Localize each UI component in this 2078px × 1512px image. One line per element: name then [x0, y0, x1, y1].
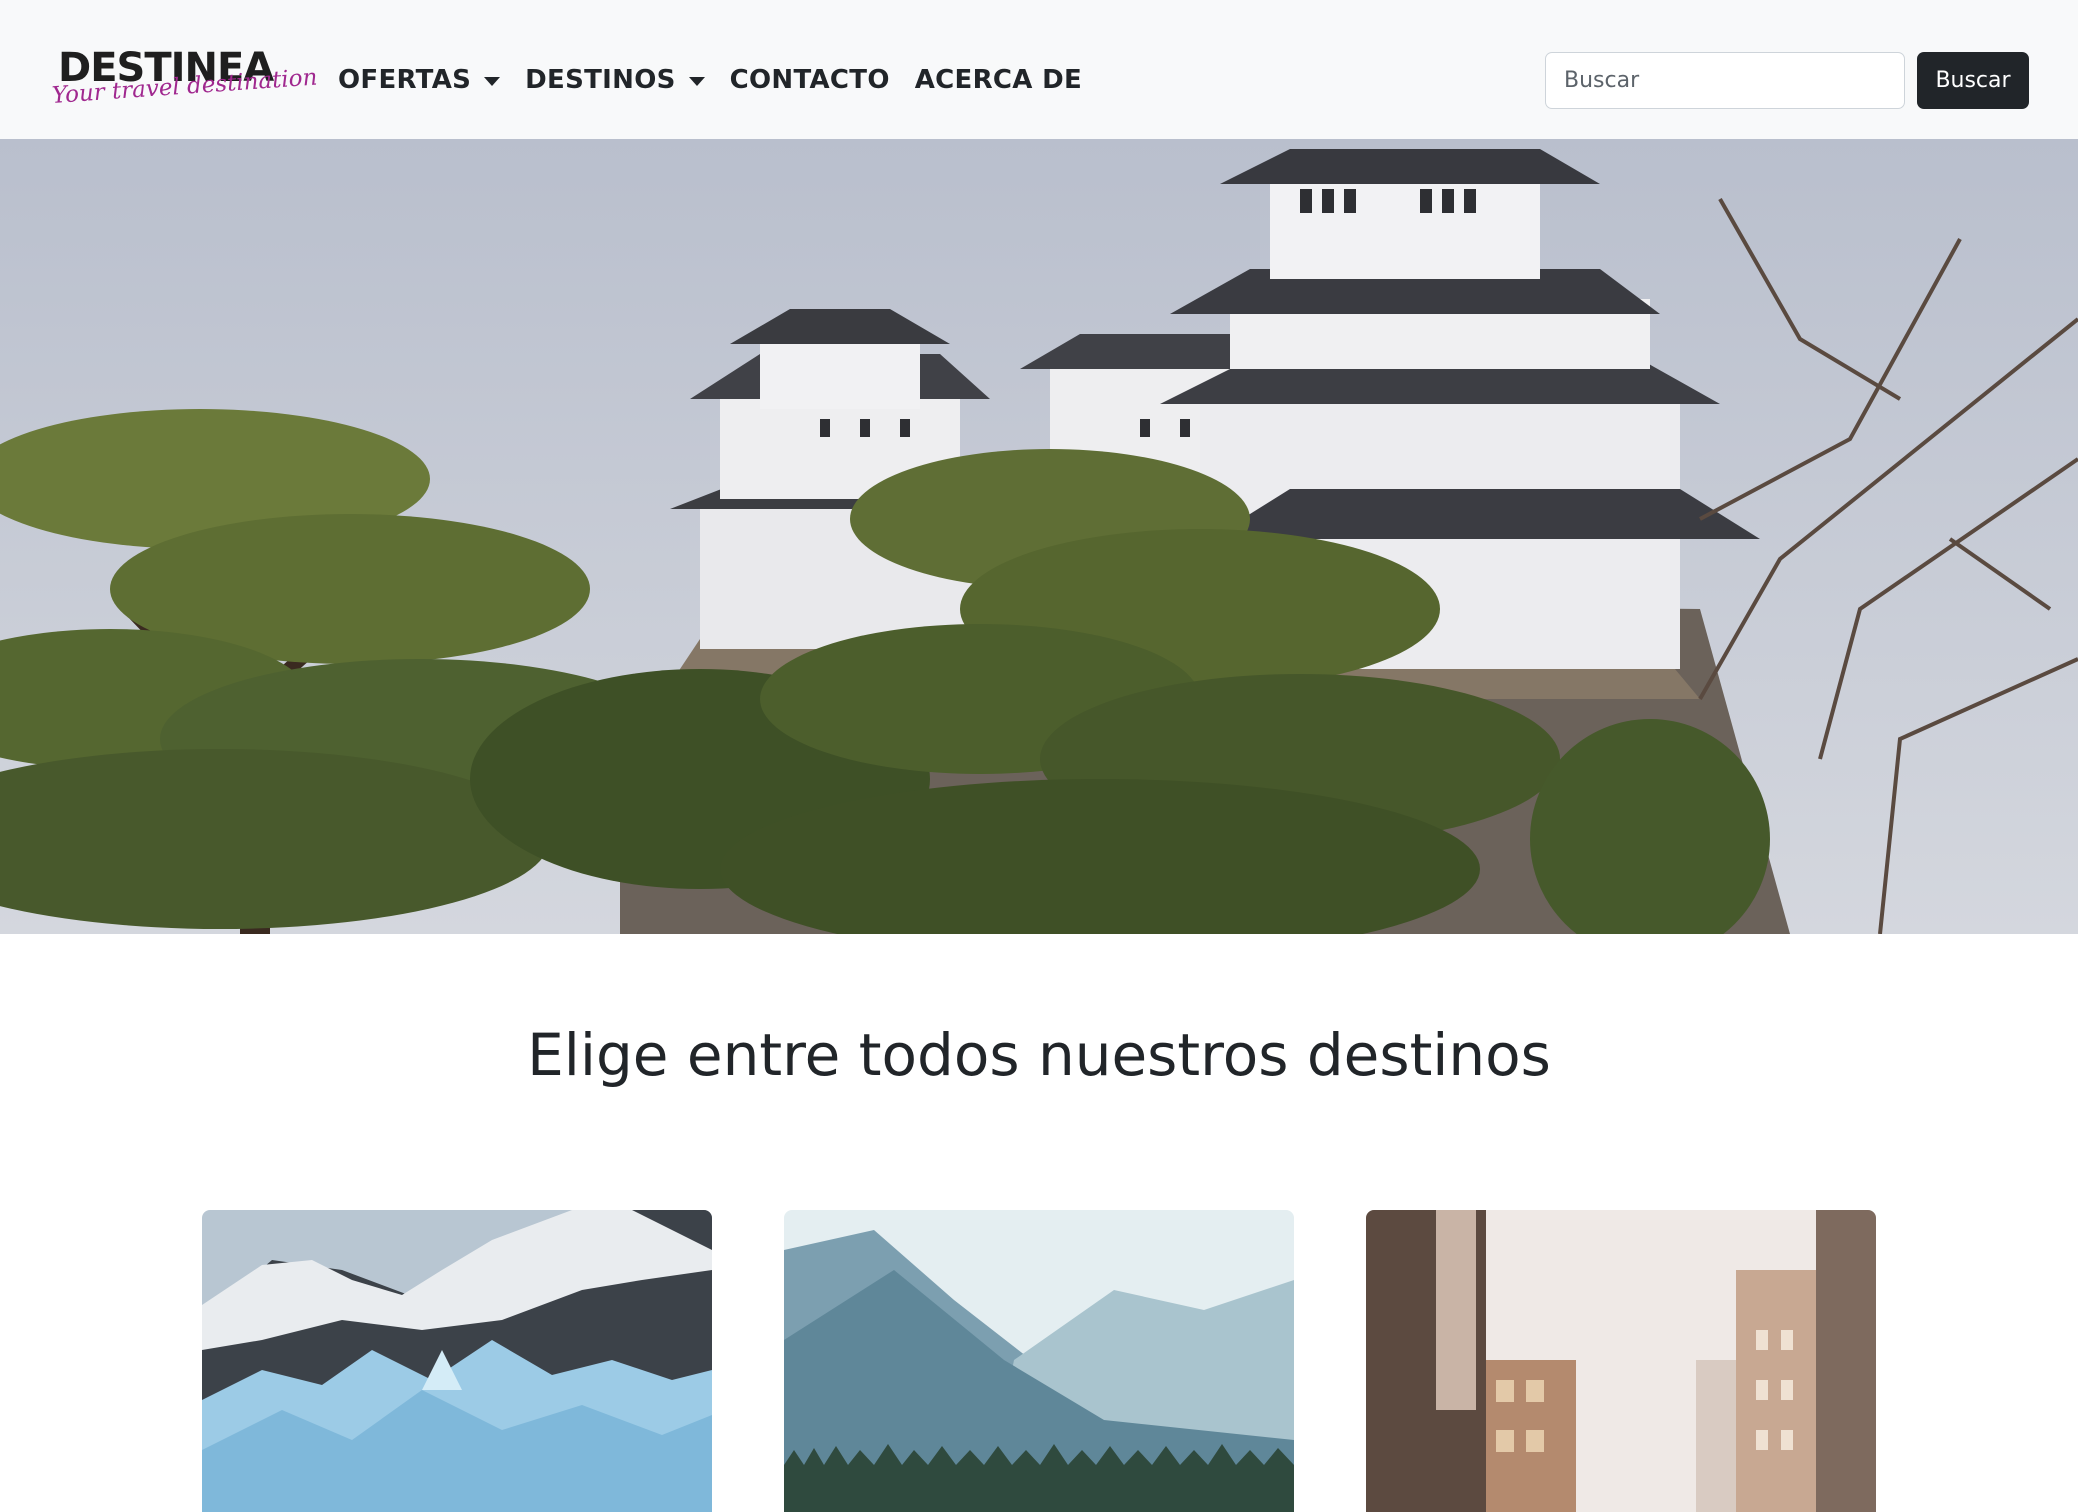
- nav-item-label: ACERCA DE: [914, 65, 1083, 95]
- destination-card[interactable]: [1366, 1210, 1876, 1512]
- destination-card[interactable]: [202, 1210, 712, 1512]
- glacier-image: [202, 1210, 712, 1512]
- nav-item-label: OFERTAS: [338, 65, 472, 95]
- nav-item-ofertas[interactable]: OFERTAS: [338, 58, 501, 102]
- mountain-valley-image: [784, 1210, 1294, 1512]
- city-street-image: [1366, 1210, 1876, 1512]
- search-button[interactable]: Buscar: [1917, 52, 2029, 109]
- navbar: DESTINEA Your travel destination OFERTAS…: [0, 0, 2078, 139]
- brand-logo[interactable]: DESTINEA Your travel destination: [48, 44, 318, 124]
- hero-image: [0, 139, 2078, 934]
- chevron-down-icon: [484, 77, 501, 86]
- nav-item-label: DESTINOS: [525, 65, 676, 95]
- castle-illustration: [0, 139, 2078, 934]
- nav-item-label: CONTACTO: [729, 65, 890, 95]
- main-nav: OFERTAS DESTINOS CONTACTO ACERCA DE: [338, 58, 1107, 102]
- nav-item-destinos[interactable]: DESTINOS: [525, 58, 705, 102]
- destination-card[interactable]: [784, 1210, 1294, 1512]
- nav-item-contacto[interactable]: CONTACTO: [730, 58, 890, 102]
- section-title: Elige entre todos nuestros destinos: [527, 1021, 1551, 1089]
- search-input[interactable]: [1545, 52, 1905, 109]
- chevron-down-icon: [688, 77, 705, 86]
- nav-item-acerca-de[interactable]: ACERCA DE: [915, 58, 1082, 102]
